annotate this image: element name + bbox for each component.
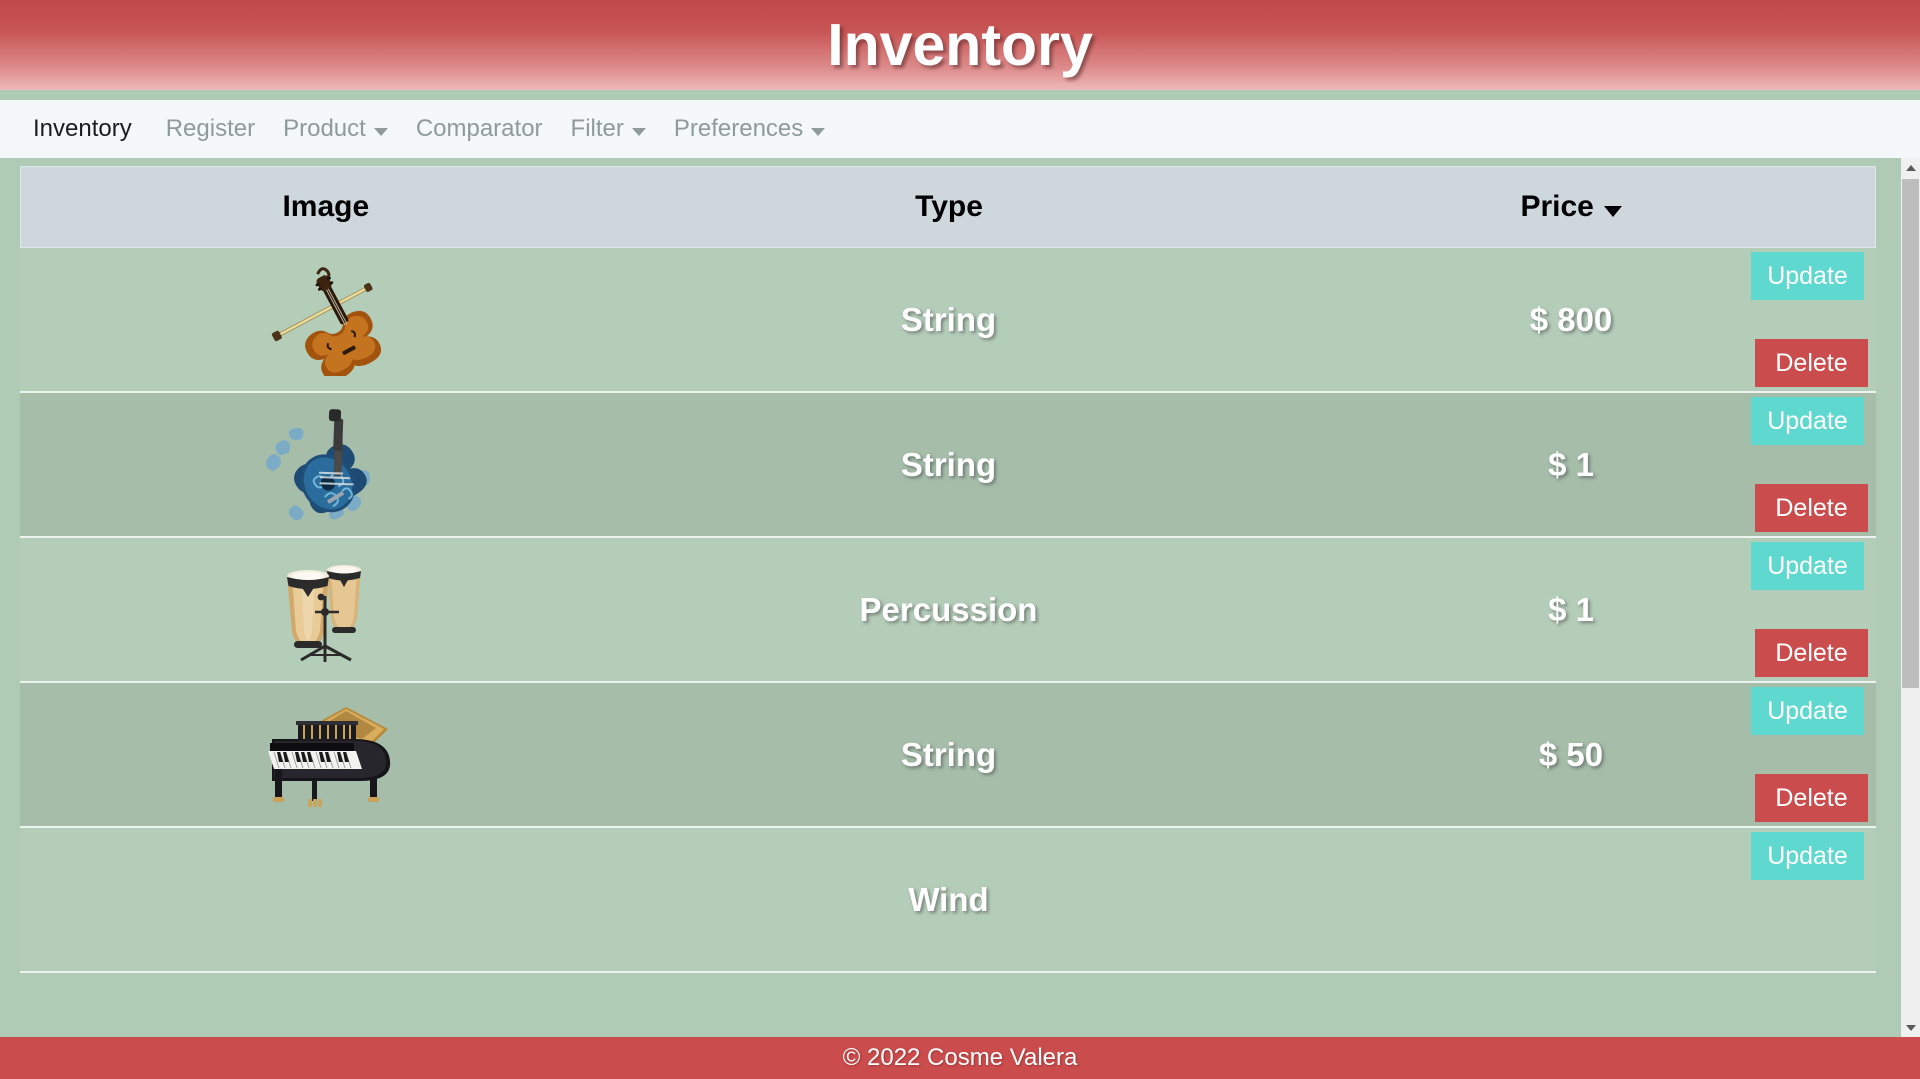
table-row: String $ 800 Update Delete — [20, 248, 1876, 393]
update-button[interactable]: Update — [1751, 832, 1864, 880]
vertical-scrollbar[interactable] — [1901, 158, 1920, 1037]
price-value: $ 1 — [1548, 590, 1594, 628]
chevron-down-icon — [631, 128, 646, 136]
column-header-price[interactable]: Price — [1267, 190, 1875, 224]
price-value: $ 800 — [1529, 300, 1613, 338]
sort-descending-icon — [1603, 205, 1622, 217]
cell-type: Wind — [630, 828, 1267, 971]
page-title: Inventory — [827, 12, 1093, 78]
delete-button[interactable]: Delete — [1755, 774, 1868, 822]
nav-item-label: Product — [283, 115, 366, 142]
table-row: String $ 50 Update Delete — [20, 683, 1876, 828]
table-header-row: Image Type Price — [20, 166, 1876, 248]
nav-item-label: Preferences — [673, 115, 804, 142]
price-value: $ 1 — [1548, 445, 1594, 483]
column-header-label: Image — [282, 190, 370, 223]
cell-type: String — [630, 393, 1267, 536]
price-value: $ 50 — [1538, 735, 1604, 773]
scroll-up-arrow-button[interactable] — [1901, 158, 1920, 177]
column-header-label: Price — [1520, 190, 1594, 223]
nav-item-register[interactable]: Register — [152, 115, 269, 143]
nav-item-comparator[interactable]: Comparator — [402, 115, 557, 143]
congas-image — [265, 554, 385, 666]
type-value: Percussion — [859, 590, 1038, 628]
cell-type: String — [630, 248, 1267, 391]
chevron-down-icon — [811, 128, 826, 136]
nav-item-inventory[interactable]: Inventory — [33, 115, 152, 143]
column-header-type[interactable]: Type — [631, 190, 1268, 224]
copyright-text: © 2022 Cosme Valera — [842, 1044, 1078, 1071]
delete-button[interactable]: Delete — [1755, 484, 1868, 532]
table-row: Percussion $ 1 Update Delete — [20, 538, 1876, 683]
delete-button[interactable]: Delete — [1755, 339, 1868, 387]
content-area: Image Type Price String $ 800 Update Del… — [0, 158, 1920, 1037]
cell-image — [20, 393, 630, 536]
nav-item-label: Filter — [570, 115, 624, 142]
grand-piano-image — [250, 699, 400, 811]
update-button[interactable]: Update — [1751, 542, 1864, 590]
delete-button[interactable]: Delete — [1755, 629, 1868, 677]
cell-image — [20, 248, 630, 391]
page-header: Inventory — [0, 0, 1920, 90]
table-row: Wind Update — [20, 828, 1876, 973]
type-value: Wind — [908, 880, 989, 918]
column-header-label: Type — [915, 190, 983, 223]
nav-item-preferences[interactable]: Preferences — [660, 115, 839, 143]
inventory-table: Image Type Price String $ 800 Update Del… — [20, 166, 1876, 973]
scroll-down-arrow-button[interactable] — [1901, 1018, 1920, 1037]
nav-item-product[interactable]: Product — [269, 115, 402, 143]
main-navbar: Inventory Register Product Comparator Fi… — [0, 100, 1920, 158]
chevron-down-icon — [373, 128, 388, 136]
table-row: String $ 1 Update Delete — [20, 393, 1876, 538]
cell-image — [20, 828, 630, 971]
column-header-image[interactable]: Image — [21, 190, 631, 224]
update-button[interactable]: Update — [1751, 397, 1864, 445]
cell-image — [20, 683, 630, 826]
scrollbar-thumb[interactable] — [1902, 179, 1919, 688]
header-band — [0, 90, 1920, 100]
violin-image — [255, 264, 395, 376]
update-button[interactable]: Update — [1751, 252, 1864, 300]
cell-image — [20, 538, 630, 681]
nav-item-label: Register — [165, 115, 256, 142]
cell-type: String — [630, 683, 1267, 826]
triangle-up-icon — [1905, 164, 1916, 171]
page-footer: © 2022 Cosme Valera — [0, 1037, 1920, 1079]
type-value: String — [900, 445, 997, 483]
nav-item-filter[interactable]: Filter — [557, 115, 660, 143]
type-value: String — [900, 300, 997, 338]
update-button[interactable]: Update — [1751, 687, 1864, 735]
cell-type: Percussion — [630, 538, 1267, 681]
nav-item-label: Comparator — [415, 115, 543, 142]
blue-guitar-image — [255, 408, 395, 521]
triangle-down-icon — [1905, 1024, 1916, 1031]
nav-item-label: Inventory — [33, 115, 132, 142]
type-value: String — [900, 735, 997, 773]
